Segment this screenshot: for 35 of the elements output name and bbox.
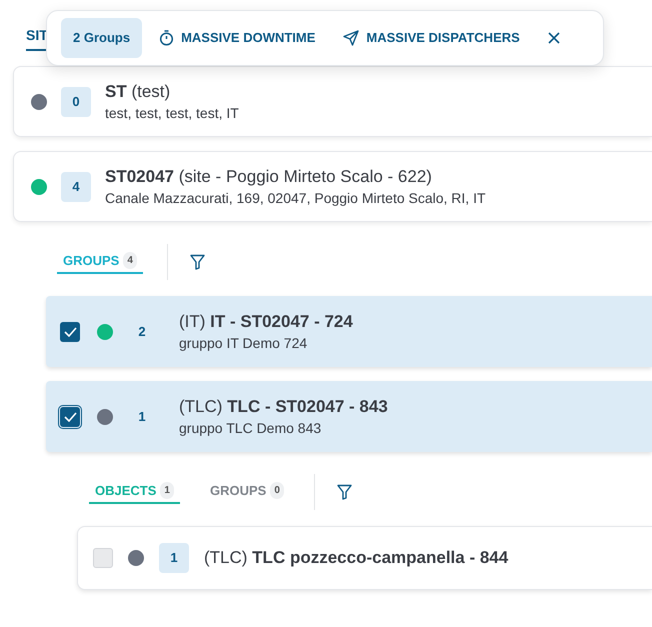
selection-count: 2 Groups: [61, 18, 142, 58]
check-icon: [64, 412, 76, 422]
site-title: ST (test): [105, 80, 172, 102]
site-card[interactable]: 0 ST (test) test, test, test, test, IT: [13, 66, 652, 137]
count-badge: 0: [61, 86, 91, 116]
count-badge: 1: [159, 543, 189, 573]
sites-tab[interactable]: SIT: [26, 25, 48, 51]
downtime-button[interactable]: MASSIVE DOWNTIME: [148, 20, 326, 56]
dispatchers-button[interactable]: MASSIVE DISPATCHERS: [332, 20, 531, 56]
site-address: Canale Mazzacurati, 169, 02047, Poggio Mirteto Scalo, RI, IT: [105, 188, 486, 208]
object-card[interactable]: 1 (TLC) TLC pozzecco-campanella - 844: [77, 526, 652, 590]
count-badge: 4: [61, 172, 91, 202]
close-icon: [546, 31, 561, 45]
filter-icon: [190, 254, 205, 270]
filter-icon: [336, 484, 352, 500]
site-card[interactable]: 4 ST02047 (site - Poggio Mirteto Scalo - 622) Canale Mazzacurati, 169, 02047, Poggio Mirteto Scalo, RI, IT: [13, 151, 652, 222]
group-title: (TLC) TLC - ST02047 - 843: [179, 396, 388, 418]
checkbox[interactable]: [93, 548, 113, 568]
site-address: test, test, test, test, IT: [105, 104, 239, 122]
check-icon: [64, 326, 76, 336]
checkbox[interactable]: [60, 322, 80, 342]
count: 2: [137, 322, 147, 341]
site-title: ST02047 (site - Poggio Mirteto Scalo - 622): [105, 166, 433, 188]
group-row[interactable]: 1 (TLC) TLC - ST02047 - 843 gruppo TLC Demo 843: [46, 381, 652, 452]
tab[interactable]: OBJECTS 1: [89, 480, 180, 504]
group-description: gruppo IT Demo 724: [179, 334, 308, 352]
group-row[interactable]: 2 (IT) IT - ST02047 - 724 gruppo IT Demo 724: [46, 296, 652, 367]
group-title: (IT) IT - ST02047 - 724: [179, 310, 353, 332]
tab[interactable]: GROUPS 0: [204, 480, 290, 504]
stopwatch-icon: [159, 30, 174, 46]
object-title: (TLC) TLC pozzecco-campanella - 844: [204, 547, 508, 569]
send-icon: [343, 30, 360, 46]
group-description: gruppo TLC Demo 843: [179, 418, 322, 438]
count: 1: [137, 408, 147, 426]
tab[interactable]: GROUPS 4: [57, 250, 143, 274]
